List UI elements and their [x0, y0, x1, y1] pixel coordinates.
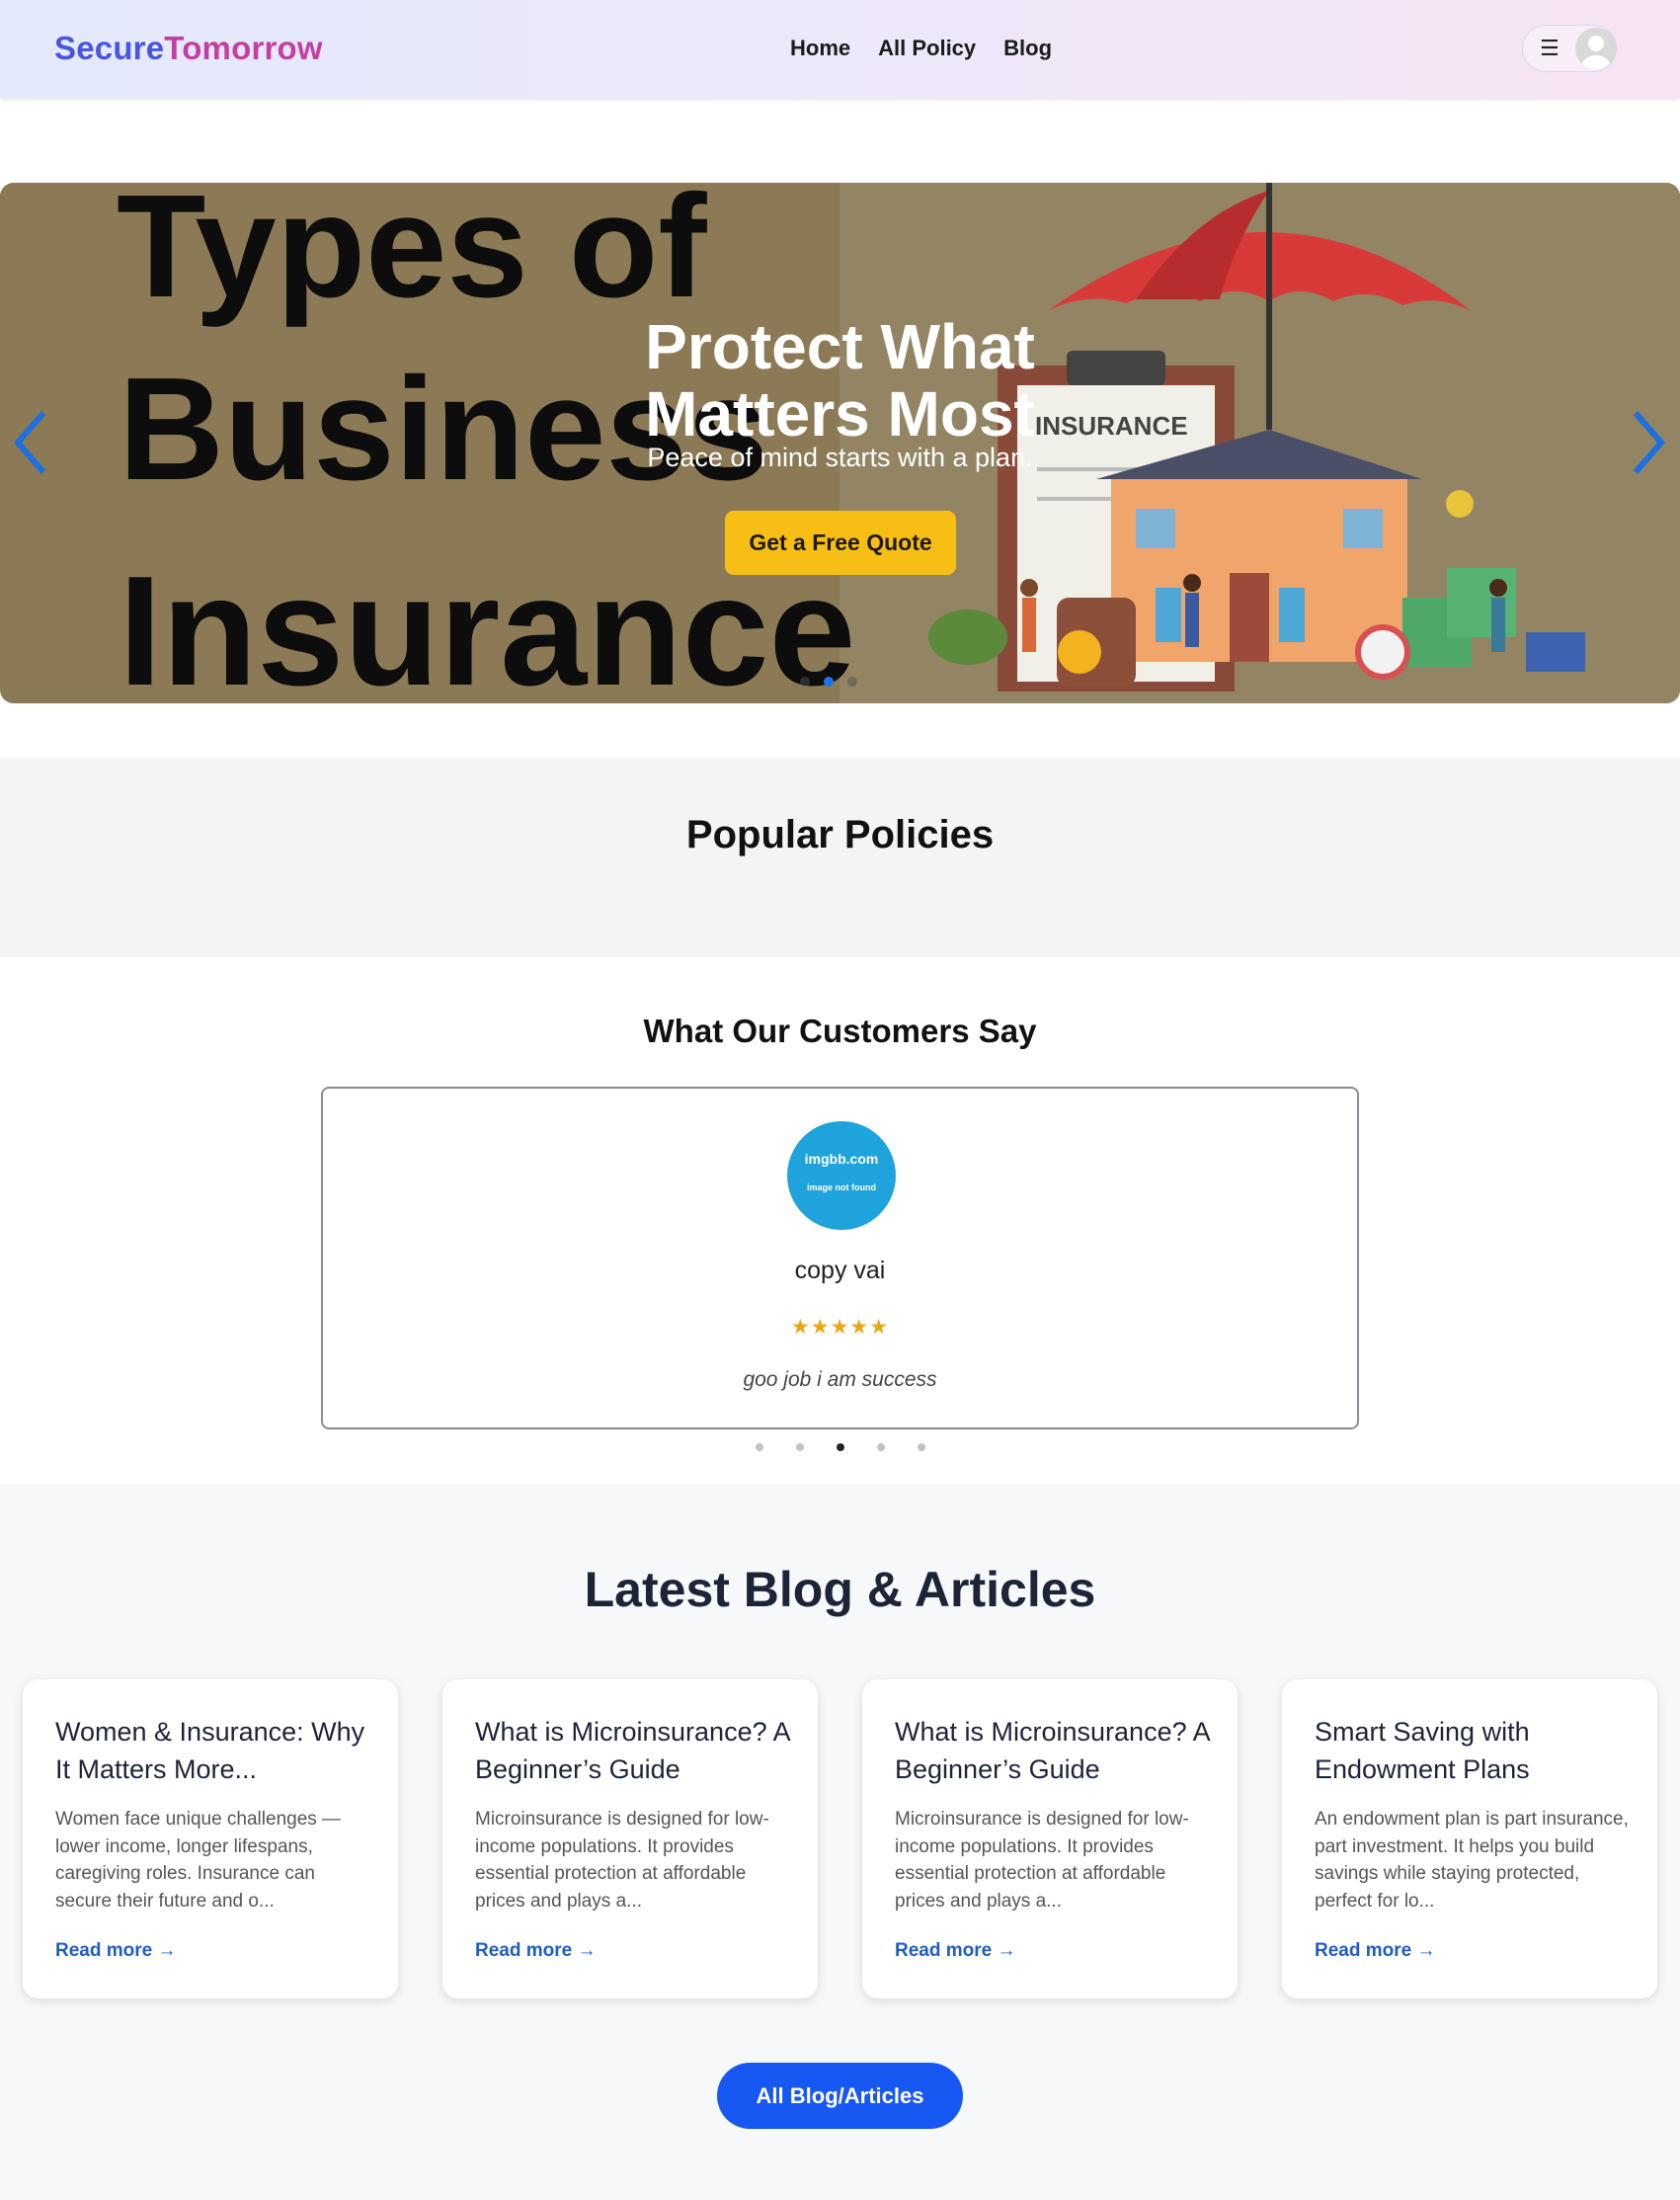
testimonial-carousel-dot[interactable]: [837, 1443, 844, 1451]
hero-title-line-1: Protect What: [645, 311, 1035, 382]
blog-card[interactable]: Smart Saving with Endowment Plans An end…: [1282, 1679, 1657, 1998]
hero-bg-text-1: Types of: [117, 183, 707, 328]
navbar: SecureTomorrow Home All Policy Blog ☰: [0, 0, 1680, 98]
all-blog-articles-button[interactable]: All Blog/Articles: [717, 2063, 963, 2129]
testimonial-avatar: imgbb.com image not found: [787, 1121, 896, 1230]
nav-link-home[interactable]: Home: [790, 36, 850, 61]
hero-carousel-dot[interactable]: [800, 677, 810, 687]
testimonial-quote: goo job i am success: [743, 1368, 937, 1391]
testimonial-card: imgbb.com image not found copy vai ★★★★★…: [321, 1087, 1359, 1429]
brand-logo[interactable]: SecureTomorrow: [54, 30, 323, 67]
user-avatar-icon: [1575, 28, 1617, 69]
blog-card-excerpt: Microinsurance is designed for low-incom…: [895, 1809, 1189, 1912]
blog-card-excerpt: Microinsurance is designed for low-incom…: [475, 1809, 769, 1912]
hero-title-line-2: Matters Most: [645, 378, 1035, 449]
nav-link-blog[interactable]: Blog: [1003, 36, 1052, 61]
read-more-link[interactable]: Read more →: [475, 1940, 596, 1962]
avatar-placeholder-line-2: image not found: [807, 1182, 876, 1192]
testimonial-carousel-dot[interactable]: [796, 1443, 804, 1451]
testimonial-carousel-dots: [756, 1443, 925, 1451]
hero-carousel-dot[interactable]: [847, 677, 857, 687]
hero-carousel-dot[interactable]: [824, 677, 834, 687]
hero-subtitle: Peace of mind starts with a plan.: [647, 443, 1033, 472]
nav-link-all-policy[interactable]: All Policy: [878, 36, 976, 61]
avatar-placeholder-line-1: imgbb.com: [804, 1151, 879, 1167]
hero-carousel: Types of Business Insurance INSURANCE Pr…: [0, 183, 1680, 703]
popular-policies-section: Popular Policies: [0, 758, 1680, 957]
read-more-link[interactable]: Read more →: [895, 1940, 1015, 1962]
blog-card[interactable]: Women & Insurance: Why It Matters More..…: [23, 1679, 398, 1998]
blog-card-title[interactable]: Smart Saving with Endowment Plans: [1315, 1713, 1631, 1788]
hero-title: Protect What Matters Most: [0, 313, 1680, 448]
blog-card-title[interactable]: What is Microinsurance? A Beginner’s Gui…: [895, 1713, 1211, 1788]
brand-part-2: Tomorrow: [164, 30, 323, 66]
get-free-quote-button[interactable]: Get a Free Quote: [725, 511, 956, 575]
blog-card[interactable]: What is Microinsurance? A Beginner’s Gui…: [442, 1679, 818, 1998]
main-nav: Home All Policy Blog: [790, 36, 1052, 61]
hero-carousel-dots: [800, 677, 857, 687]
star-rating-icon: ★★★★★: [790, 1316, 890, 1339]
testimonial-carousel-dot[interactable]: [877, 1443, 885, 1451]
testimonials-title: What Our Customers Say: [643, 1013, 1037, 1049]
blog-card-title[interactable]: What is Microinsurance? A Beginner’s Gui…: [475, 1713, 791, 1788]
blog-card-excerpt: An endowment plan is part insurance, par…: [1315, 1809, 1629, 1912]
testimonial-carousel-dot[interactable]: [918, 1443, 925, 1451]
testimonial-carousel-dot[interactable]: [756, 1443, 763, 1451]
popular-policies-title: Popular Policies: [685, 813, 995, 856]
carousel-prev-arrow-icon[interactable]: [12, 408, 51, 477]
blog-card[interactable]: What is Microinsurance? A Beginner’s Gui…: [862, 1679, 1238, 1998]
blog-card-title[interactable]: Women & Insurance: Why It Matters More..…: [55, 1713, 371, 1788]
testimonial-name: copy vai: [794, 1257, 886, 1284]
blog-section: Latest Blog & Articles Women & Insurance…: [0, 1484, 1680, 2200]
read-more-link[interactable]: Read more →: [1315, 1940, 1435, 1962]
read-more-link[interactable]: Read more →: [55, 1940, 176, 1962]
carousel-next-arrow-icon[interactable]: [1628, 408, 1667, 477]
blog-card-excerpt: Women face unique challenges — lower inc…: [55, 1809, 342, 1912]
user-menu-button[interactable]: ☰: [1522, 25, 1617, 72]
brand-part-1: Secure: [54, 30, 165, 66]
hamburger-icon: ☰: [1540, 36, 1560, 60]
blog-section-title: Latest Blog & Articles: [584, 1562, 1096, 1617]
